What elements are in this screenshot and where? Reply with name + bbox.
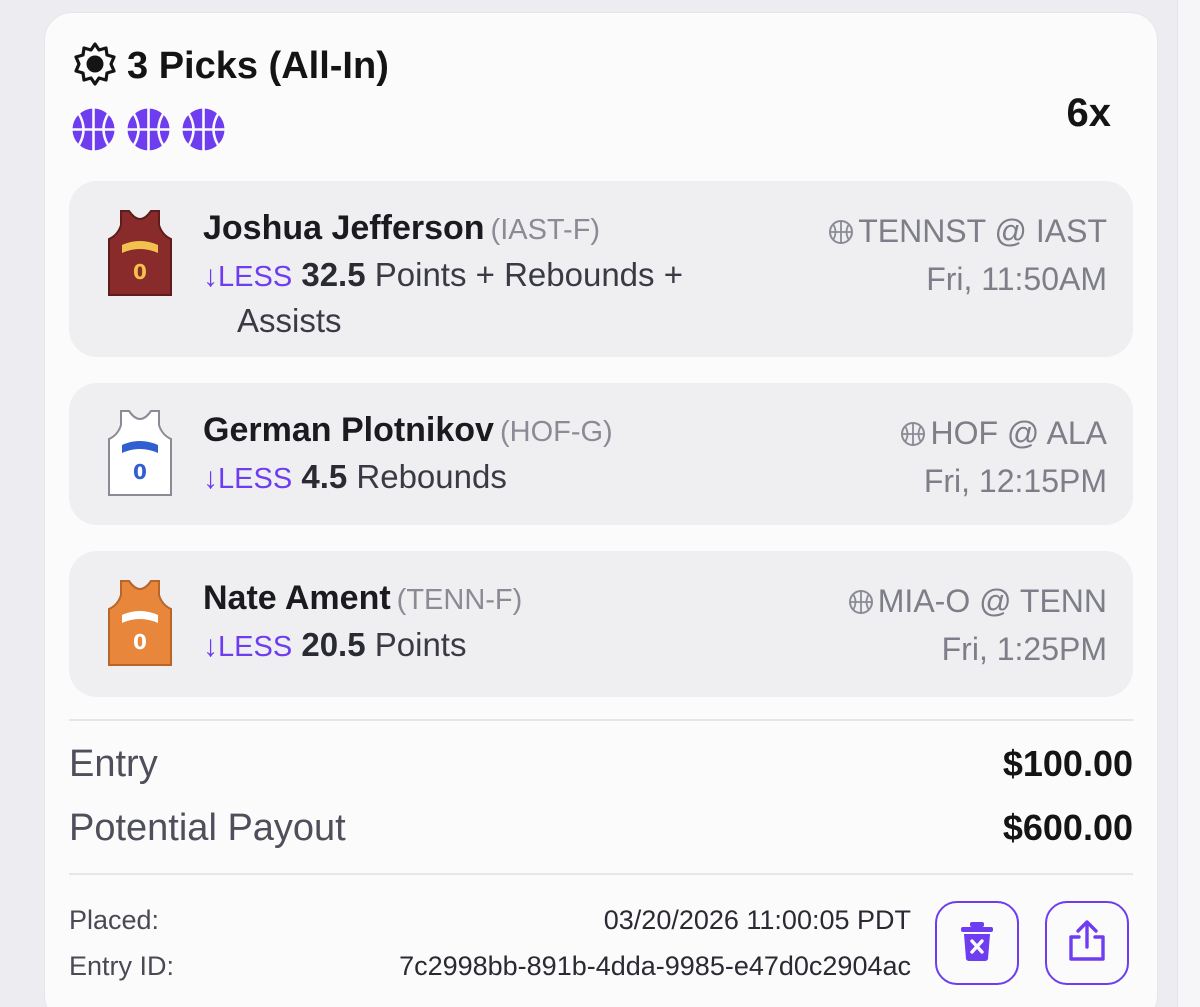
- pick-direction: LESS: [218, 463, 293, 495]
- pick-stat: Points: [374, 626, 467, 663]
- share-icon: [1065, 919, 1109, 968]
- divider: [69, 873, 1133, 875]
- pick-card[interactable]: 0 Joshua Jefferson (IAST-F) ↓LESS 32.5 Po…: [69, 181, 1133, 357]
- entry-id-label: Entry ID:: [69, 951, 175, 981]
- payout-amount: $600.00: [1002, 807, 1133, 848]
- jersey-icon: 0: [107, 577, 173, 669]
- page: 3 Picks (All-In) 6x 0 Joshua Jefferson (…: [0, 0, 1200, 1007]
- game-matchup: HOF @ ALA: [900, 415, 1107, 452]
- entry-card: 3 Picks (All-In) 6x 0 Joshua Jefferson (…: [44, 12, 1158, 1007]
- title-row: 3 Picks (All-In): [71, 41, 1131, 91]
- player-name: Joshua Jefferson: [203, 209, 485, 247]
- jersey-icon: 0: [107, 207, 173, 299]
- cancel-entry-button[interactable]: [935, 901, 1019, 985]
- jersey-number: 0: [133, 260, 147, 284]
- player-team: (TENN-F): [396, 584, 523, 616]
- arrow-down-icon: ↓: [203, 260, 218, 293]
- player-name-row: Joshua Jefferson (IAST-F): [203, 209, 600, 248]
- pick-direction: LESS: [218, 261, 293, 293]
- pick-card[interactable]: 0 German Plotnikov (HOF-G) ↓LESS 4.5 Rebo…: [69, 383, 1133, 525]
- scroll-edge: [1177, 0, 1200, 1007]
- player-team: (HOF-G): [499, 416, 613, 448]
- player-name: German Plotnikov: [203, 411, 494, 449]
- pick-stat: Points + Rebounds +: [374, 256, 683, 293]
- jersey-number: 0: [133, 630, 147, 654]
- basketball-icon: [181, 107, 226, 152]
- pick-stat: Rebounds: [356, 458, 507, 495]
- jersey-number: 0: [133, 460, 147, 484]
- pick-value: 32.5: [301, 256, 366, 293]
- game-time: Fri, 11:50AM: [926, 261, 1107, 297]
- player-name-row: German Plotnikov (HOF-G): [203, 411, 613, 450]
- payout-multiplier: 6x: [1066, 91, 1112, 135]
- arrow-down-icon: ↓: [203, 630, 218, 663]
- sun-gear-icon: [71, 40, 119, 93]
- basketball-icon: [71, 107, 116, 152]
- game-matchup: TENNST @ IAST: [828, 213, 1107, 250]
- placed-timestamp: 03/20/2026 11:00:05 PDT: [603, 905, 911, 935]
- pick-value: 20.5: [301, 626, 366, 663]
- entry-label: Entry: [69, 742, 158, 785]
- entry-header: 3 Picks (All-In) 6x: [71, 41, 1131, 171]
- player-name: Nate Ament: [203, 579, 391, 617]
- placed-label: Placed:: [69, 905, 160, 935]
- payout-row: Potential Payout $600.00: [69, 803, 1133, 853]
- payout-label: Potential Payout: [69, 806, 346, 849]
- entry-title: 3 Picks (All-In): [127, 44, 389, 87]
- player-team: (IAST-F): [490, 214, 601, 246]
- entry-amount: $100.00: [1002, 743, 1133, 784]
- divider: [69, 719, 1133, 721]
- basketball-icon: [126, 107, 171, 152]
- game-time: Fri, 1:25PM: [941, 631, 1107, 667]
- game-text: MIA-O @ TENN: [877, 583, 1107, 619]
- pick-line: ↓LESS 4.5 Rebounds: [203, 455, 803, 501]
- game-text: TENNST @ IAST: [858, 213, 1107, 249]
- jersey-icon: 0: [107, 407, 173, 499]
- game-time: Fri, 12:15PM: [923, 463, 1107, 499]
- pick-line: ↓LESS 32.5 Points + Rebounds + Assists: [203, 253, 803, 343]
- basketball-icon: [900, 418, 926, 446]
- trash-x-icon: [955, 919, 999, 968]
- pick-line: ↓LESS 20.5 Points: [203, 623, 803, 669]
- arrow-down-icon: ↓: [203, 462, 218, 495]
- game-matchup: MIA-O @ TENN: [848, 583, 1107, 620]
- pick-value: 4.5: [301, 458, 348, 495]
- entry-id-value: 7c2998bb-891b-4dda-9985-e47d0c2904ac: [399, 951, 911, 981]
- pick-stat-cont: Assists: [237, 302, 342, 339]
- basketball-icon: [848, 586, 874, 614]
- share-button[interactable]: [1045, 901, 1129, 985]
- game-text: HOF @ ALA: [930, 415, 1107, 451]
- pick-direction: LESS: [218, 631, 293, 663]
- entry-row: Entry $100.00: [69, 739, 1133, 789]
- basketball-icon: [828, 216, 854, 244]
- sport-badges: [71, 107, 1131, 152]
- player-name-row: Nate Ament (TENN-F): [203, 579, 522, 618]
- pick-card[interactable]: 0 Nate Ament(TENN-F) ↓LESS 20.5 Points: [69, 551, 1133, 697]
